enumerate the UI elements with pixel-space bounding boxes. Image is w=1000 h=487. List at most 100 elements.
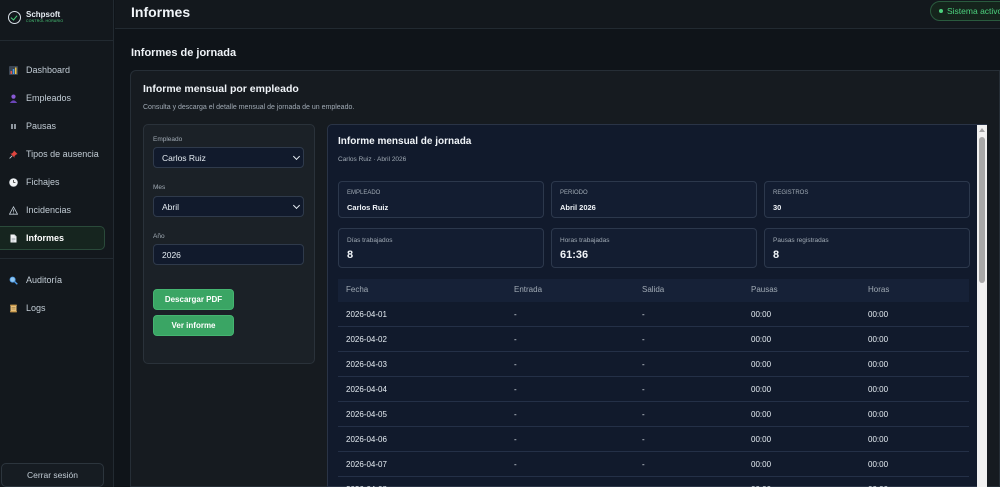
cell-pausas: 00:00 — [751, 435, 772, 444]
sidebar-item-label: Incidencias — [26, 205, 72, 215]
cell-salida: - — [642, 335, 645, 344]
stat-value: Abril 2026 — [560, 203, 596, 212]
section-title: Informes de jornada — [131, 47, 237, 59]
sidebar-item-fichajes[interactable]: Fichajes — [0, 170, 105, 194]
cell-pausas: 00:00 — [751, 335, 772, 344]
month-label: Mes — [153, 184, 166, 191]
cell-fecha: 2026-04-02 — [346, 335, 387, 344]
cell-salida: - — [642, 435, 645, 444]
sidebar-item-auditoria[interactable]: Auditoría — [0, 268, 105, 292]
magnifier-icon — [8, 275, 18, 285]
table-row: 2026-04-07 - - 00:00 00:00 — [338, 452, 969, 477]
stat-label: REGISTROS — [773, 190, 809, 196]
sidebar-item-label: Pausas — [26, 121, 57, 131]
status-dot-icon — [939, 9, 943, 13]
cell-pausas: 00:00 — [751, 310, 772, 319]
warning-icon — [8, 205, 18, 215]
scroll-icon — [8, 303, 18, 313]
employee-label: Empleado — [153, 136, 183, 143]
cell-entrada: - — [514, 360, 517, 369]
cell-entrada: - — [514, 460, 517, 469]
total-label: Horas trabajadas — [560, 237, 610, 244]
cell-horas: 00:00 — [868, 360, 889, 369]
total-days-worked: Días trabajados 8 — [338, 228, 544, 268]
cell-entrada: - — [514, 310, 517, 319]
sidebar: Schpsoft CONTROL HORARIO Dashboard Emple… — [0, 0, 114, 487]
cell-horas: 00:00 — [868, 385, 889, 394]
total-value: 8 — [773, 249, 780, 261]
cell-entrada: - — [514, 385, 517, 394]
stat-value: Carlos Ruiz — [347, 203, 389, 212]
total-value: 8 — [347, 249, 354, 261]
table-header: Fecha Entrada Salida Pausas Horas — [338, 279, 969, 302]
stat-period: PERIODO Abril 2026 — [551, 181, 757, 218]
table-row: 2026-04-01 - - 00:00 00:00 — [338, 302, 969, 327]
column-salida: Salida — [642, 285, 665, 294]
cell-fecha: 2026-04-07 — [346, 460, 387, 469]
cell-fecha: 2026-04-04 — [346, 385, 387, 394]
total-breaks: Pausas registradas 8 — [764, 228, 970, 268]
view-report-button[interactable]: Ver informe — [153, 315, 234, 336]
card-title: Informe mensual por empleado — [143, 83, 299, 95]
stat-label: EMPLEADO — [347, 190, 381, 196]
report-scrollbar[interactable] — [977, 125, 987, 487]
table-row: 2026-04-05 - - 00:00 00:00 — [338, 402, 969, 427]
cell-pausas: 00:00 — [751, 460, 772, 469]
cell-horas: 00:00 — [868, 310, 889, 319]
brand-logo[interactable]: Schpsoft CONTROL HORARIO — [8, 6, 108, 28]
cell-entrada: - — [514, 410, 517, 419]
sidebar-item-label: Fichajes — [26, 177, 60, 187]
table-row: 2026-04-02 - - 00:00 00:00 — [338, 327, 969, 352]
cell-fecha: 2026-04-06 — [346, 435, 387, 444]
top-header: Informes Sistema activo — [115, 0, 1000, 29]
stat-employee: EMPLEADO Carlos Ruiz — [338, 181, 544, 218]
sidebar-item-empleados[interactable]: Empleados — [0, 86, 105, 110]
cell-fecha: 2026-04-05 — [346, 410, 387, 419]
scroll-up-arrow-icon[interactable] — [979, 128, 985, 132]
bar-chart-icon — [8, 65, 18, 75]
page-title: Informes — [131, 4, 191, 20]
table-row: 2026-04-08--00:0000:00 — [338, 477, 969, 487]
year-input[interactable]: 2026 — [153, 244, 304, 265]
card-subtitle: Consulta y descarga el detalle mensual d… — [143, 104, 355, 111]
year-label: Año — [153, 233, 165, 240]
sidebar-divider — [0, 258, 114, 259]
total-value: 61:36 — [560, 249, 589, 261]
month-select[interactable]: Abril — [153, 196, 304, 217]
total-label: Días trabajados — [347, 237, 393, 244]
chevron-down-icon — [292, 152, 301, 161]
document-icon — [8, 233, 18, 243]
stat-records: REGISTROS 30 — [764, 181, 970, 218]
status-badge: Sistema activo — [930, 1, 1000, 21]
employee-select-value: Carlos Ruiz — [162, 152, 206, 163]
employee-select[interactable]: Carlos Ruiz — [153, 147, 304, 168]
sidebar-item-label: Dashboard — [26, 65, 71, 75]
sidebar-item-label: Auditoría — [26, 275, 63, 285]
download-pdf-button[interactable]: Descargar PDF — [153, 289, 234, 310]
scroll-thumb[interactable] — [979, 137, 985, 283]
sidebar-item-tipos-de-ausencia[interactable]: Tipos de ausencia — [0, 142, 105, 166]
cell-salida: - — [642, 410, 645, 419]
pause-icon — [8, 121, 18, 131]
cell-entrada: - — [514, 335, 517, 344]
brand-name: Schpsoft — [26, 9, 61, 19]
sidebar-item-incidencias[interactable]: Incidencias — [0, 198, 105, 222]
column-entrada: Entrada — [514, 285, 543, 294]
sidebar-item-informes[interactable]: Informes — [0, 226, 105, 250]
sidebar-item-pausas[interactable]: Pausas — [0, 114, 105, 138]
sidebar-item-dashboard[interactable]: Dashboard — [0, 58, 105, 82]
cell-salida: - — [642, 385, 645, 394]
column-fecha: Fecha — [346, 285, 369, 294]
chevron-down-icon — [292, 201, 301, 210]
cell-salida: - — [642, 310, 645, 319]
total-hours-worked: Horas trabajadas 61:36 — [551, 228, 757, 268]
logout-button[interactable]: Cerrar sesión — [1, 463, 104, 487]
cell-pausas: 00:00 — [751, 360, 772, 369]
user-icon — [8, 93, 18, 103]
report-subtitle: Carlos Ruiz · Abril 2026 — [338, 156, 407, 163]
sidebar-item-logs[interactable]: Logs — [0, 296, 105, 320]
sidebar-item-label: Empleados — [26, 93, 72, 103]
year-input-value: 2026 — [162, 249, 181, 260]
cell-horas: 00:00 — [868, 335, 889, 344]
cell-salida: - — [642, 360, 645, 369]
